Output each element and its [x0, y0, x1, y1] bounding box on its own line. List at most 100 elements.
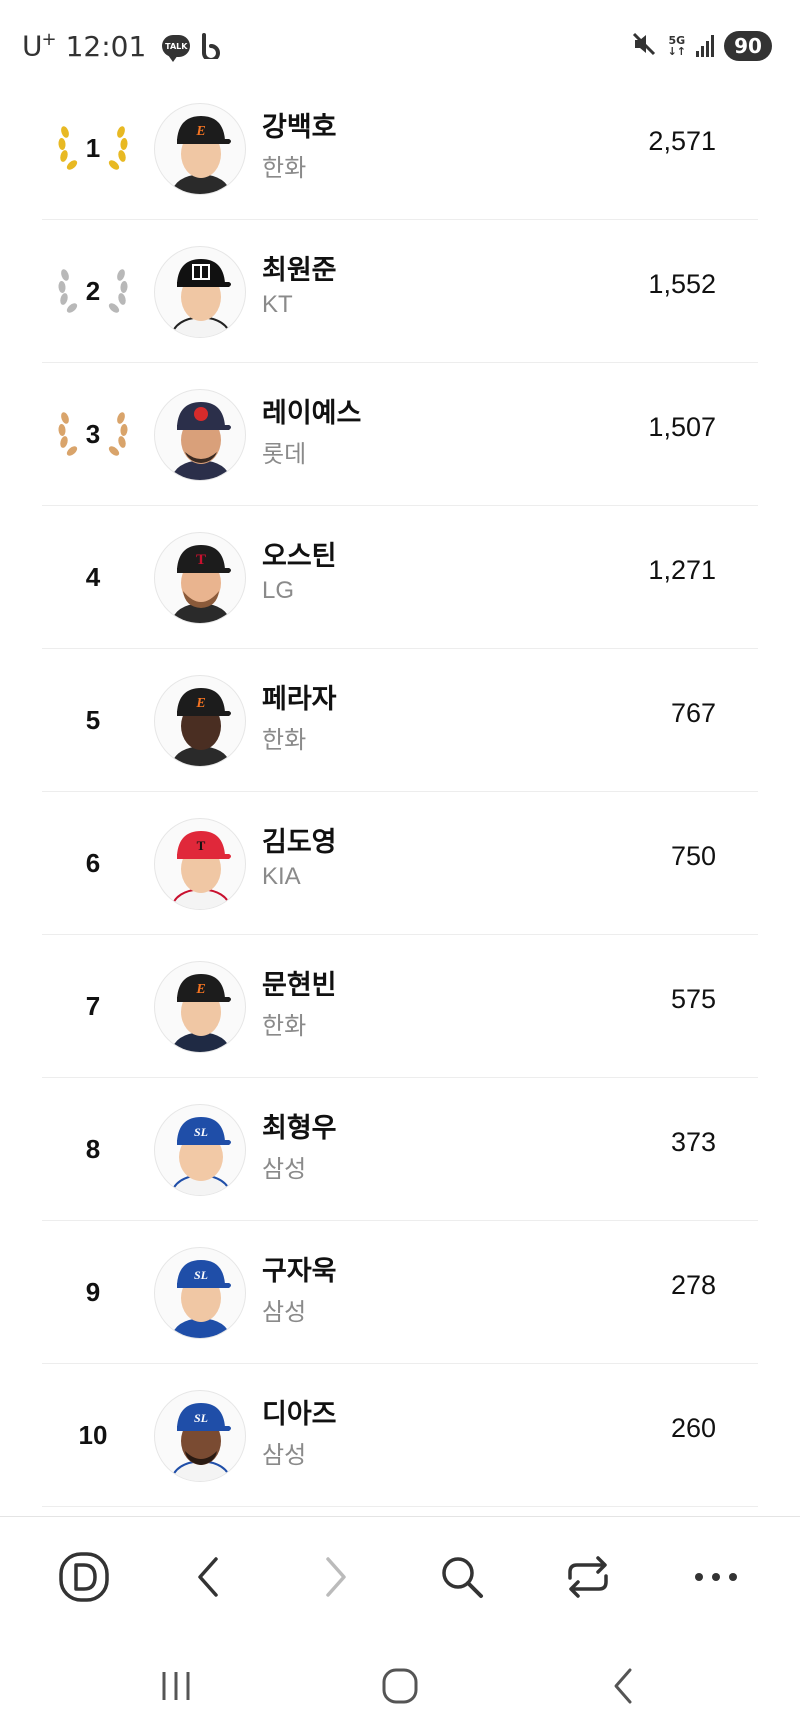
- player-team: KIA: [262, 863, 301, 890]
- ranking-row[interactable]: 1 E 강백호 한화 2,571: [0, 80, 800, 223]
- vote-count: 575: [670, 984, 716, 1014]
- vote-count: 1,271: [648, 555, 716, 585]
- svg-text:T: T: [196, 552, 206, 568]
- player-photo-icon: E: [171, 116, 231, 194]
- carrier-label: U+: [22, 29, 57, 63]
- ranking-row[interactable]: 4 T 오스틴 LG 1,271: [0, 509, 800, 652]
- tabs-switch-button[interactable]: [556, 1545, 620, 1609]
- recent-apps-button[interactable]: [146, 1658, 206, 1714]
- system-back-button[interactable]: [594, 1658, 654, 1714]
- rank-badge: 7: [55, 968, 131, 1044]
- back-icon: [614, 1668, 632, 1704]
- player-photo-icon: T: [170, 831, 232, 909]
- player-photo-icon: [171, 402, 231, 480]
- player-team: 삼성: [262, 1442, 307, 1469]
- talk-icon: TALK: [162, 35, 191, 62]
- rank-number: 5: [85, 704, 101, 735]
- player-team: 한화: [262, 155, 307, 182]
- player-team: 삼성: [262, 1156, 307, 1183]
- row-divider: [42, 934, 758, 935]
- svg-text:SL: SL: [194, 1411, 208, 1425]
- system-nav-bar: [0, 1636, 800, 1734]
- forward-icon: [326, 1557, 346, 1597]
- back-icon: [198, 1557, 218, 1597]
- ranking-row[interactable]: 10 SL 디아즈 삼성 260: [0, 1367, 800, 1510]
- rank-badge: 10: [55, 1397, 131, 1473]
- player-photo-icon: SL: [171, 1260, 231, 1338]
- player-team: KT: [262, 291, 293, 318]
- player-avatar: E: [154, 961, 246, 1053]
- player-avatar: T: [154, 532, 246, 624]
- vote-count: 1,507: [648, 412, 716, 442]
- status-right: 5G ↓↑ 90: [630, 28, 772, 64]
- rank-number: 1: [85, 132, 101, 163]
- player-name: 강백호: [262, 112, 337, 143]
- forward-button[interactable]: [304, 1545, 368, 1609]
- player-name: 오스틴: [262, 541, 337, 572]
- search-button[interactable]: [430, 1545, 494, 1609]
- more-button[interactable]: [684, 1545, 748, 1609]
- carrier-plus: +: [41, 29, 57, 51]
- vote-count: 278: [670, 1270, 716, 1300]
- player-team: 한화: [262, 1013, 307, 1040]
- rank-badge: 2: [55, 253, 131, 329]
- player-avatar: [154, 389, 246, 481]
- player-avatar: SL: [154, 1104, 246, 1196]
- ranking-row[interactable]: 9 SL 구자욱 삼성 278: [0, 1224, 800, 1367]
- svg-text:T: T: [197, 838, 206, 853]
- player-name: 문현빈: [262, 970, 337, 1001]
- player-name: 페라자: [262, 684, 337, 715]
- row-divider: [42, 505, 758, 506]
- network-icon: 5G ↓↑: [667, 34, 686, 58]
- ranking-row[interactable]: 6 T 김도영 KIA 750: [0, 795, 800, 938]
- svg-text:E: E: [195, 696, 205, 711]
- rank-number: 10: [78, 1419, 108, 1450]
- player-name: 최형우: [262, 1113, 337, 1144]
- home-d-icon: [59, 1552, 109, 1602]
- player-name: 김도영: [262, 827, 337, 858]
- status-left: U+ 12:01 TALK: [22, 26, 222, 66]
- talk-icon-label: TALK: [165, 41, 188, 51]
- back-button[interactable]: [176, 1545, 240, 1609]
- svg-text:SL: SL: [194, 1268, 208, 1282]
- rank-badge: 9: [55, 1254, 131, 1330]
- player-team: 한화: [262, 727, 307, 754]
- svg-text:SL: SL: [194, 1125, 208, 1139]
- row-divider: [42, 1077, 758, 1078]
- rank-number: 4: [85, 561, 101, 592]
- player-name: 구자욱: [262, 1256, 337, 1287]
- player-avatar: E: [154, 103, 246, 195]
- player-team: 롯데: [262, 441, 307, 468]
- rank-number: 9: [85, 1276, 101, 1307]
- rank-number: 2: [85, 275, 101, 306]
- ranking-row[interactable]: 5 E 페라자 한화 767: [0, 652, 800, 795]
- row-divider: [42, 362, 758, 363]
- vote-count: 373: [670, 1127, 716, 1157]
- status-bar: U+ 12:01 TALK 5G ↓↑ 90: [0, 0, 800, 90]
- rank-badge: 8: [55, 1111, 131, 1187]
- ranking-row[interactable]: 3 레이예스 롯데 1,507: [0, 366, 800, 509]
- carrier-text: U: [22, 29, 42, 63]
- player-avatar: T: [154, 818, 246, 910]
- ranking-row[interactable]: 8 SL 최형우 삼성 373: [0, 1081, 800, 1224]
- clock: 12:01: [65, 29, 147, 63]
- rank-number: 7: [85, 990, 101, 1021]
- row-divider: [42, 219, 758, 220]
- rank-badge: 6: [55, 825, 131, 901]
- more-icon: [695, 1573, 737, 1581]
- row-divider: [42, 1363, 758, 1364]
- vote-count: 260: [670, 1413, 716, 1443]
- svg-text:E: E: [195, 124, 205, 139]
- signal-icon: [696, 35, 714, 57]
- row-divider: [42, 1506, 758, 1507]
- ranking-row[interactable]: 7 E 문현빈 한화 575: [0, 938, 800, 1081]
- recent-apps-icon: [162, 1672, 190, 1700]
- row-divider: [42, 648, 758, 649]
- player-photo-icon: [170, 259, 232, 337]
- rank-badge: 1: [55, 110, 131, 186]
- home-button[interactable]: [370, 1658, 430, 1714]
- player-photo-icon: SL: [170, 1117, 232, 1195]
- home-d-button[interactable]: [52, 1545, 116, 1609]
- ranking-row[interactable]: 2 최원준 KT 1,552: [0, 223, 800, 366]
- player-name: 디아즈: [262, 1399, 337, 1430]
